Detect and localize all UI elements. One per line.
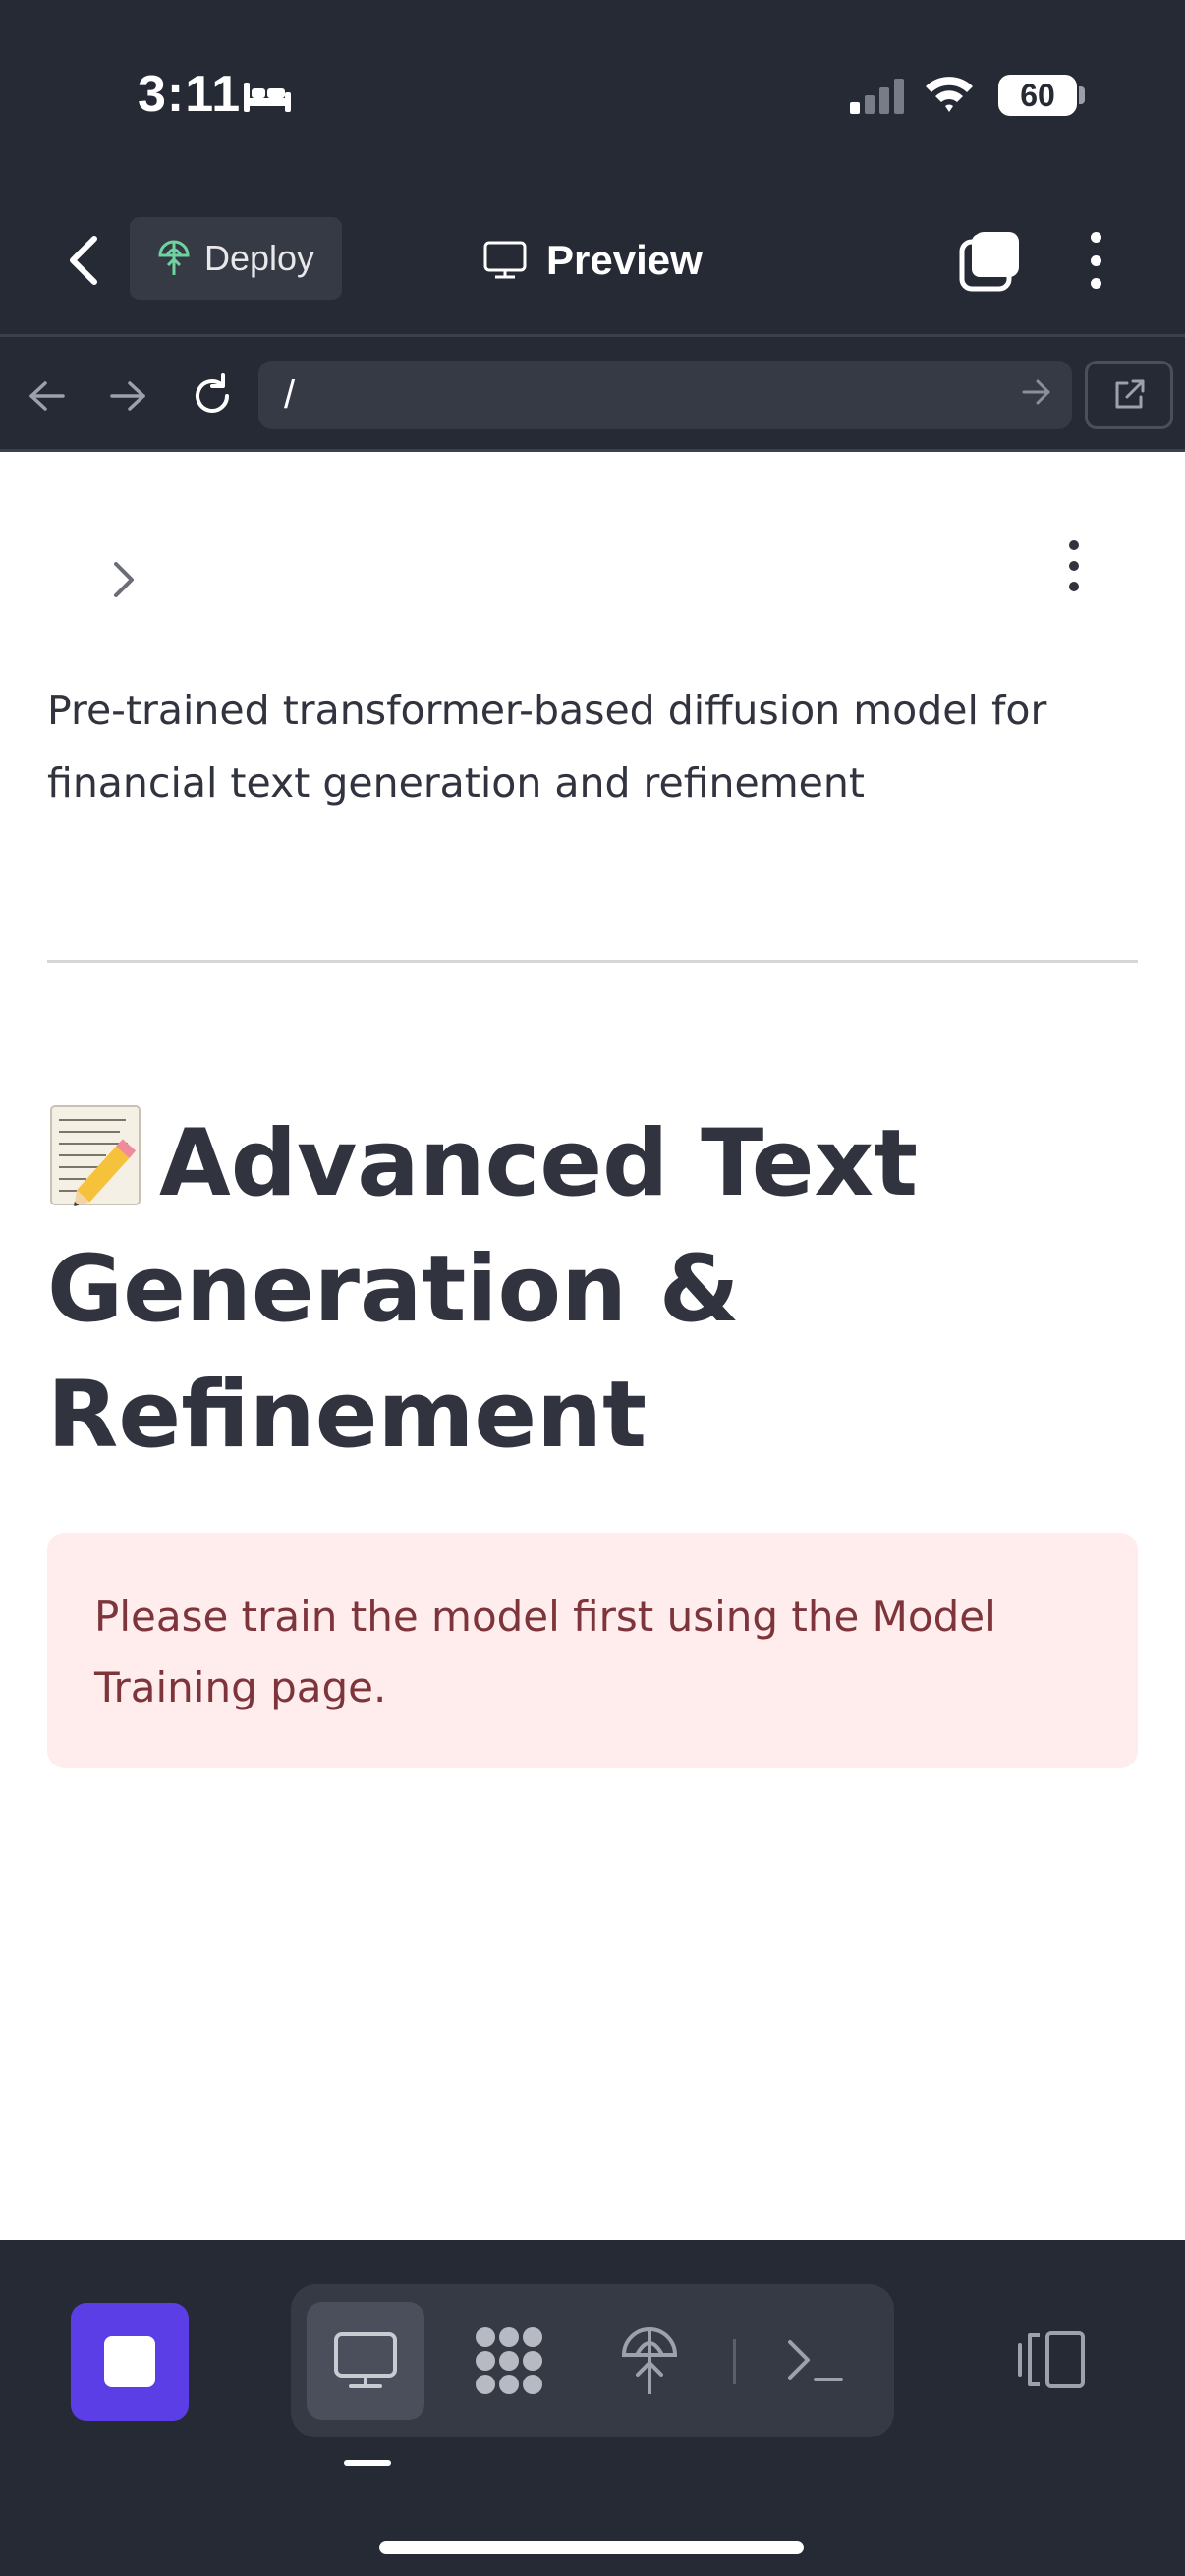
terminal-mode-button[interactable] — [757, 2302, 875, 2420]
deploy-label: Deploy — [204, 238, 315, 278]
nav-back-button[interactable] — [18, 366, 77, 425]
divider — [47, 960, 1138, 963]
status-bar: 3:11 60 — [0, 0, 1185, 187]
home-indicator — [379, 2541, 804, 2554]
memo-icon — [47, 1100, 145, 1208]
apps-grid-icon — [476, 2327, 542, 2394]
back-button[interactable] — [59, 226, 108, 295]
url-input[interactable]: / — [258, 361, 1072, 429]
sidebar-expand-button[interactable] — [104, 550, 143, 609]
open-external-button[interactable] — [1085, 361, 1173, 429]
toolbar-separator — [733, 2339, 736, 2384]
external-link-icon — [1115, 379, 1145, 409]
apps-mode-button[interactable] — [450, 2302, 568, 2420]
url-text: / — [284, 373, 296, 417]
reload-icon — [196, 373, 229, 413]
chevron-right-icon — [114, 562, 134, 597]
bottom-toolbar — [0, 2240, 1185, 2576]
alert-text: Please train the model first using the M… — [94, 1593, 996, 1711]
terminal-icon — [788, 2340, 843, 2381]
status-time: 3:11 — [138, 66, 242, 123]
wifi-icon — [924, 73, 975, 119]
deploy-icon — [157, 240, 191, 277]
monitor-icon — [334, 2332, 397, 2388]
more-options-button[interactable] — [1081, 226, 1110, 295]
cellular-signal-icon — [850, 79, 905, 119]
preview-label: Preview — [546, 237, 703, 283]
tabs-button[interactable] — [958, 228, 1023, 293]
back-chevron-icon — [70, 236, 97, 285]
deploy-icon — [621, 2327, 678, 2394]
monitor-icon — [483, 241, 527, 280]
go-button[interactable] — [1021, 377, 1052, 407]
page-title-text: Advanced Text Generation & Refinement — [47, 1110, 919, 1469]
error-alert: Please train the model first using the M… — [47, 1533, 1138, 1768]
preview-mode-button[interactable] — [307, 2302, 424, 2420]
battery-indicator: 60 — [998, 75, 1077, 116]
page-title: Advanced Text Generation & Refinement — [47, 1100, 1138, 1479]
arrow-left-icon — [29, 381, 65, 411]
view-mode-switcher — [291, 2284, 894, 2437]
preview-tab[interactable]: Preview — [483, 226, 703, 295]
deploy-button[interactable]: Deploy — [130, 217, 342, 300]
more-vertical-icon — [1069, 540, 1079, 550]
stop-icon — [104, 2336, 155, 2387]
app-content: Pre-trained transformer-based diffusion … — [0, 452, 1185, 2240]
browser-toolbar: / — [0, 334, 1185, 452]
layout-panels-icon — [1018, 2331, 1085, 2388]
more-vertical-icon — [1090, 232, 1101, 243]
sleep-mode-icon — [242, 79, 293, 119]
stop-button[interactable] — [71, 2303, 189, 2421]
layout-toggle-button[interactable] — [1012, 2311, 1091, 2409]
nav-forward-button[interactable] — [98, 366, 157, 425]
arrow-right-icon — [110, 381, 145, 411]
app-header: Deploy Preview — [0, 187, 1185, 334]
battery-cap — [1079, 86, 1085, 104]
active-tab-indicator — [344, 2460, 391, 2466]
tabs-icon — [959, 232, 1019, 292]
go-arrow-icon — [1022, 379, 1050, 405]
reload-button[interactable] — [183, 366, 242, 425]
page-subtitle: Pre-trained transformer-based diffusion … — [47, 687, 1047, 807]
app-menu-button[interactable] — [1059, 536, 1089, 595]
deploy-mode-button[interactable] — [591, 2302, 708, 2420]
